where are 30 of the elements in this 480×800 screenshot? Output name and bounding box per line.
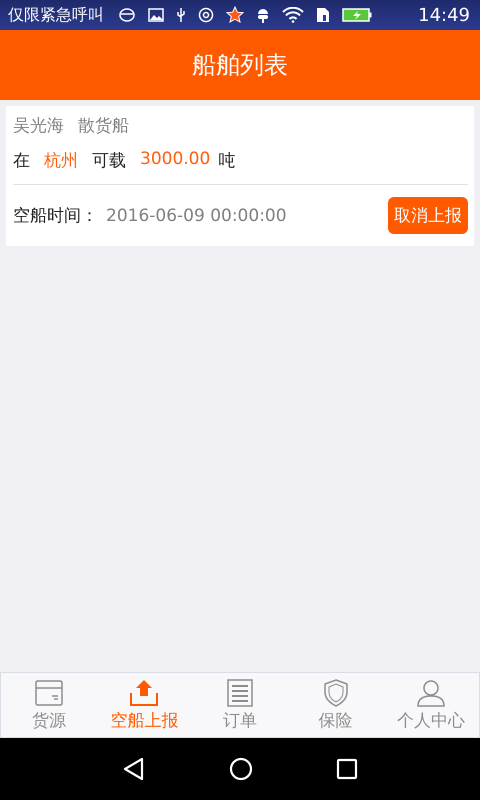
clock-text: 14:49 <box>418 4 470 26</box>
usb-icon <box>176 7 186 23</box>
ship-type: 散货船 <box>78 115 129 137</box>
tab-item[interactable]: 订单 <box>192 673 288 737</box>
battery-icon <box>342 8 372 22</box>
carrier-text: 仅限紧急呼叫 <box>8 4 104 26</box>
location-value: 杭州 <box>44 150 78 172</box>
image-icon <box>148 8 164 22</box>
star-icon <box>226 6 244 24</box>
home-icon[interactable] <box>228 757 253 781</box>
person-icon <box>415 678 448 706</box>
capacity-value: 3000.00 <box>140 149 210 171</box>
tab-item[interactable]: 货源 <box>1 673 97 737</box>
time-value: 2016-06-09 00:00:00 <box>106 206 287 226</box>
tab-item[interactable]: 保险 <box>288 673 384 737</box>
wifi-icon <box>282 7 304 23</box>
box-icon <box>32 678 65 706</box>
location-label: 在 <box>13 150 30 172</box>
cancel-report-button[interactable]: 取消上报 <box>388 197 468 234</box>
back-icon[interactable] <box>122 757 146 781</box>
owner-name: 吴光海 <box>13 115 64 137</box>
page-title: 船舶列表 <box>192 50 288 81</box>
time-label: 空船时间： <box>13 205 98 227</box>
capacity-label: 可载 <box>92 150 126 172</box>
sim-icon <box>316 7 330 23</box>
unit-text: 吨 <box>218 150 236 172</box>
tab-item[interactable]: 个人中心 <box>383 673 479 737</box>
upload-icon <box>128 678 160 706</box>
recents-icon[interactable] <box>336 758 358 780</box>
tab-item[interactable]: 空船上报 <box>96 673 192 737</box>
